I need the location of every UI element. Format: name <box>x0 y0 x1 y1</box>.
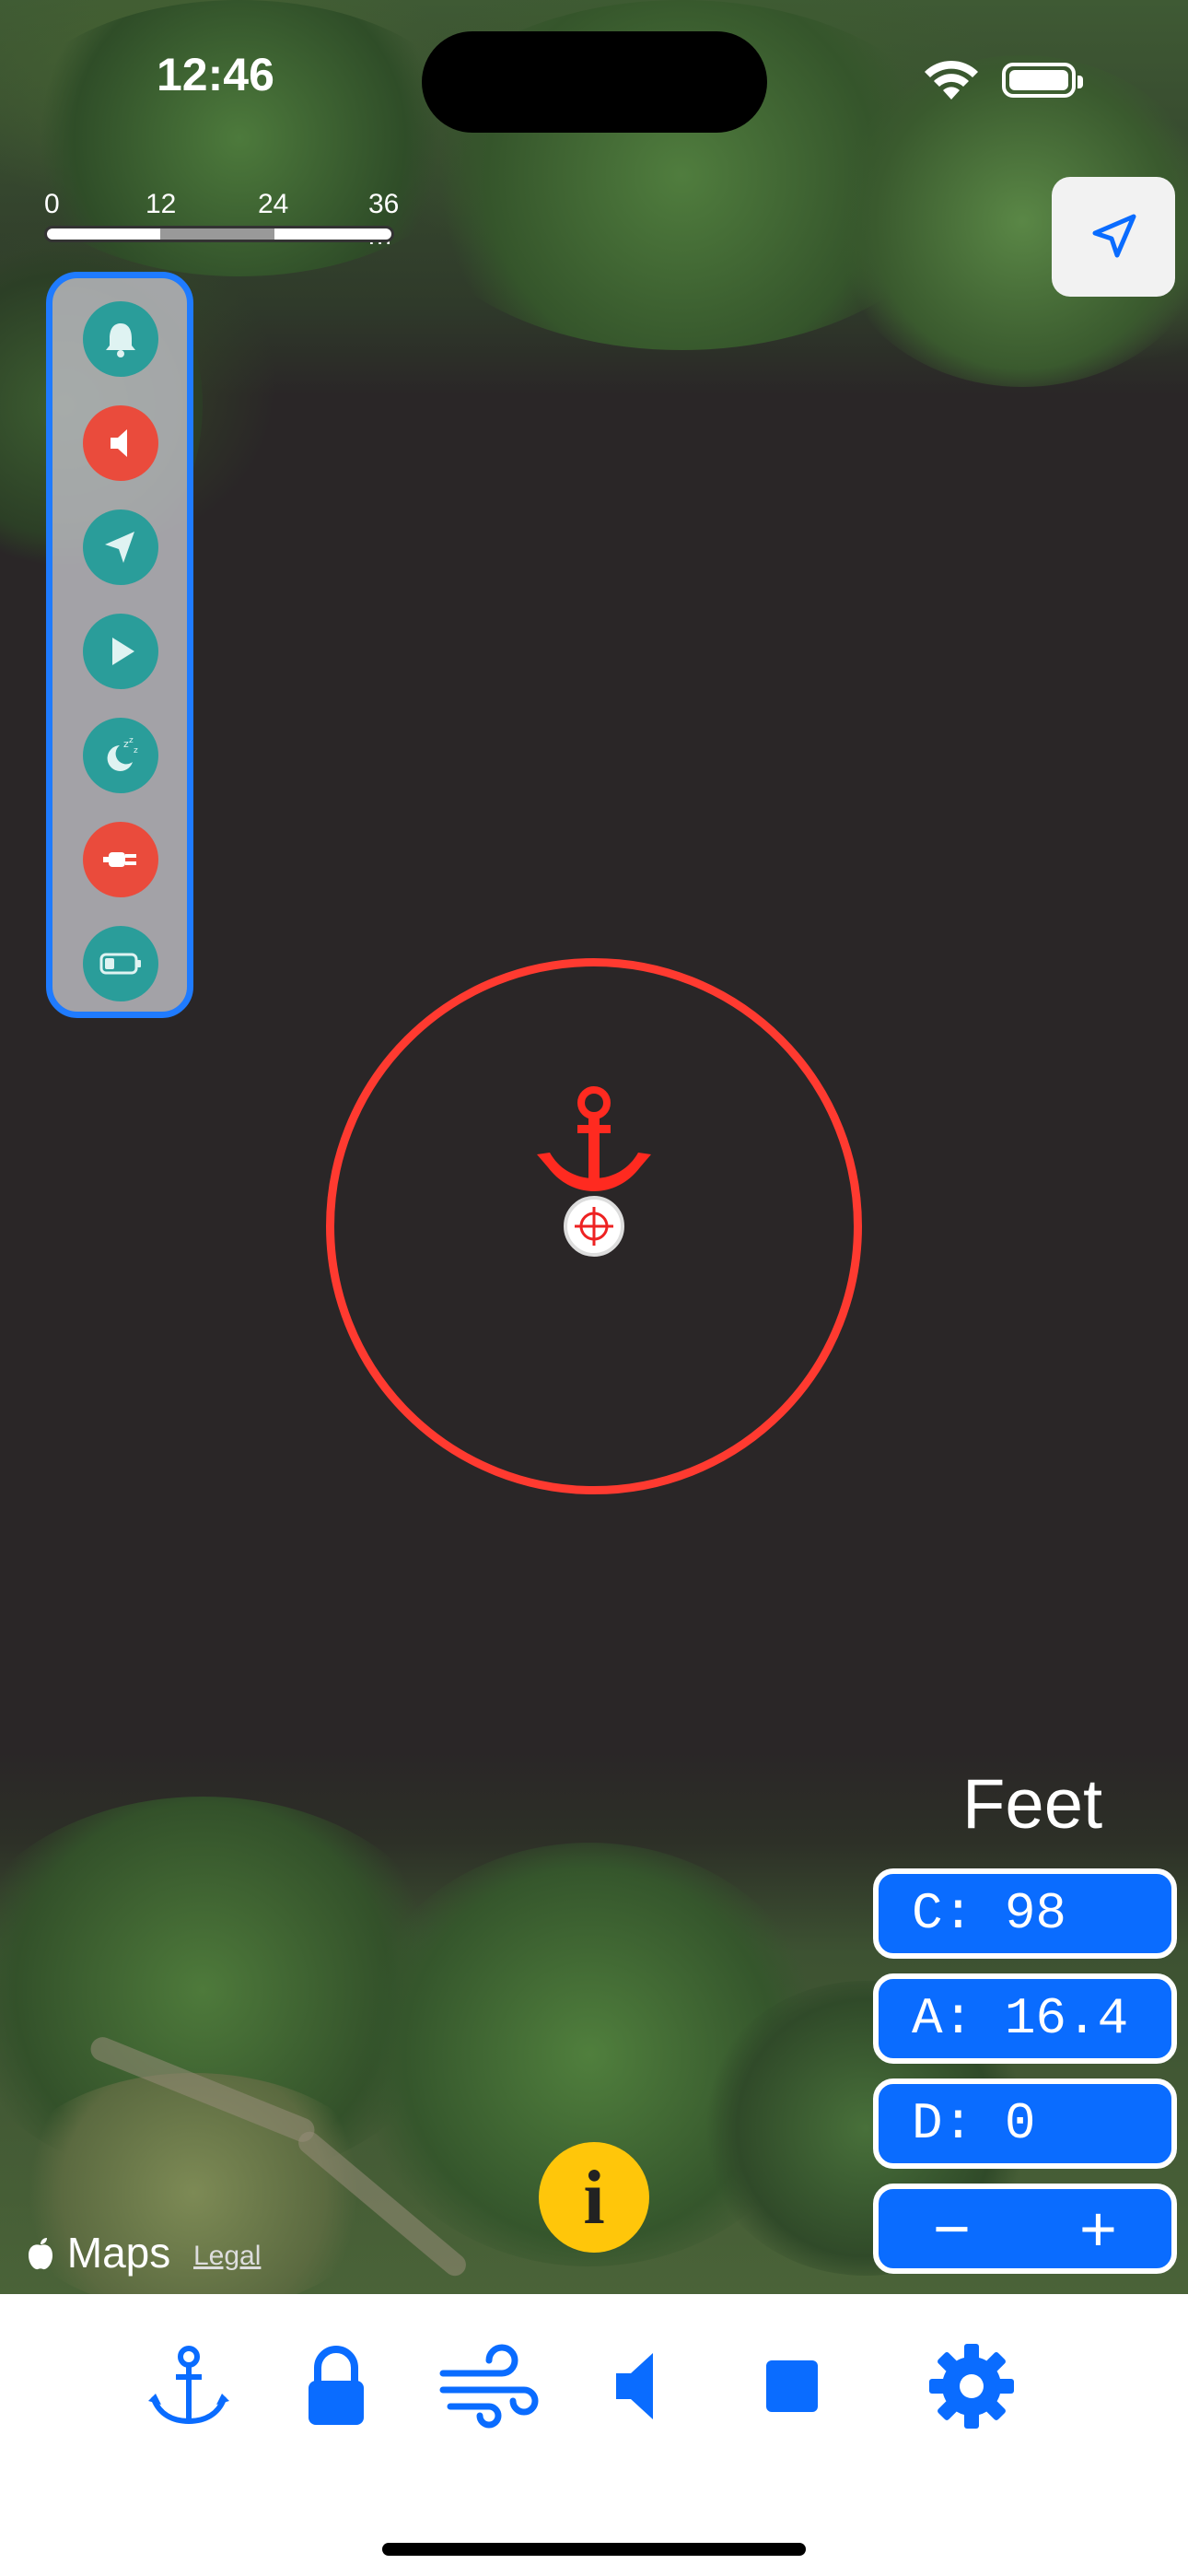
anchor-tab-button[interactable] <box>138 2331 239 2441</box>
alarm-bell-button[interactable] <box>83 301 158 377</box>
drift-distance-readout[interactable]: D: 0 <box>873 2078 1177 2169</box>
increase-button[interactable]: + <box>1043 2196 1154 2261</box>
sleep-button[interactable]: z z z <box>83 718 158 793</box>
locate-me-button[interactable] <box>1052 177 1175 297</box>
sleep-moon-icon: z z z <box>107 736 138 771</box>
play-button[interactable] <box>83 614 158 689</box>
status-time: 12:46 <box>157 49 274 100</box>
bell-icon <box>106 323 135 357</box>
navigation-arrow-icon <box>105 532 134 563</box>
chain-length-readout[interactable]: C: 98 <box>873 1868 1177 1959</box>
alarm-radius-readout[interactable]: A: 16.4 <box>873 1973 1177 2064</box>
gear-icon <box>929 2344 1014 2429</box>
decrease-button[interactable]: − <box>897 2196 1007 2261</box>
wind-tab-button[interactable] <box>437 2331 539 2441</box>
svg-text:z: z <box>129 736 134 745</box>
location-arrow-icon <box>1092 214 1136 258</box>
battery-low-icon <box>99 953 141 975</box>
apple-logo-icon <box>26 2229 67 2277</box>
wifi-icon <box>921 57 982 108</box>
anchor-icon[interactable] <box>530 1083 658 1216</box>
scale-label: 0 <box>44 189 60 219</box>
power-plug-icon <box>103 852 136 867</box>
info-button[interactable]: i <box>539 2142 649 2253</box>
battery-icon <box>1002 63 1083 98</box>
power-button[interactable] <box>83 822 158 897</box>
sound-button[interactable] <box>83 405 158 481</box>
navigation-button[interactable] <box>83 509 158 585</box>
apple-maps-logo: Maps <box>26 2228 170 2277</box>
wind-icon <box>439 2344 539 2429</box>
map-scale-bar: 0 12 24 36 m <box>44 189 399 251</box>
svg-text:z: z <box>134 746 138 755</box>
alarm-side-panel: z z z <box>46 272 193 1018</box>
lock-icon <box>309 2346 364 2425</box>
legal-link[interactable]: Legal <box>193 2241 261 2272</box>
scale-label: 24 <box>258 189 289 219</box>
anchor-icon <box>148 2346 229 2425</box>
play-icon <box>112 638 134 665</box>
settings-tab-button[interactable] <box>921 2331 1022 2441</box>
radius-stepper: − + <box>873 2184 1177 2274</box>
dynamic-island <box>422 31 767 133</box>
speaker-icon <box>616 2353 653 2419</box>
distance-unit-label: Feet <box>962 1765 1103 1844</box>
screen: 12:46 0 12 24 36 m <box>0 0 1188 2576</box>
speaker-icon <box>111 429 127 457</box>
stop-tab-button[interactable] <box>741 2331 843 2441</box>
satellite-map[interactable]: 12:46 0 12 24 36 m <box>0 0 1188 2294</box>
battery-status-button[interactable] <box>83 926 158 1001</box>
sound-tab-button[interactable] <box>589 2331 691 2441</box>
home-indicator[interactable] <box>382 2543 806 2556</box>
scale-label: 12 <box>146 189 177 219</box>
lock-tab-button[interactable] <box>285 2331 387 2441</box>
stop-icon <box>766 2360 818 2412</box>
